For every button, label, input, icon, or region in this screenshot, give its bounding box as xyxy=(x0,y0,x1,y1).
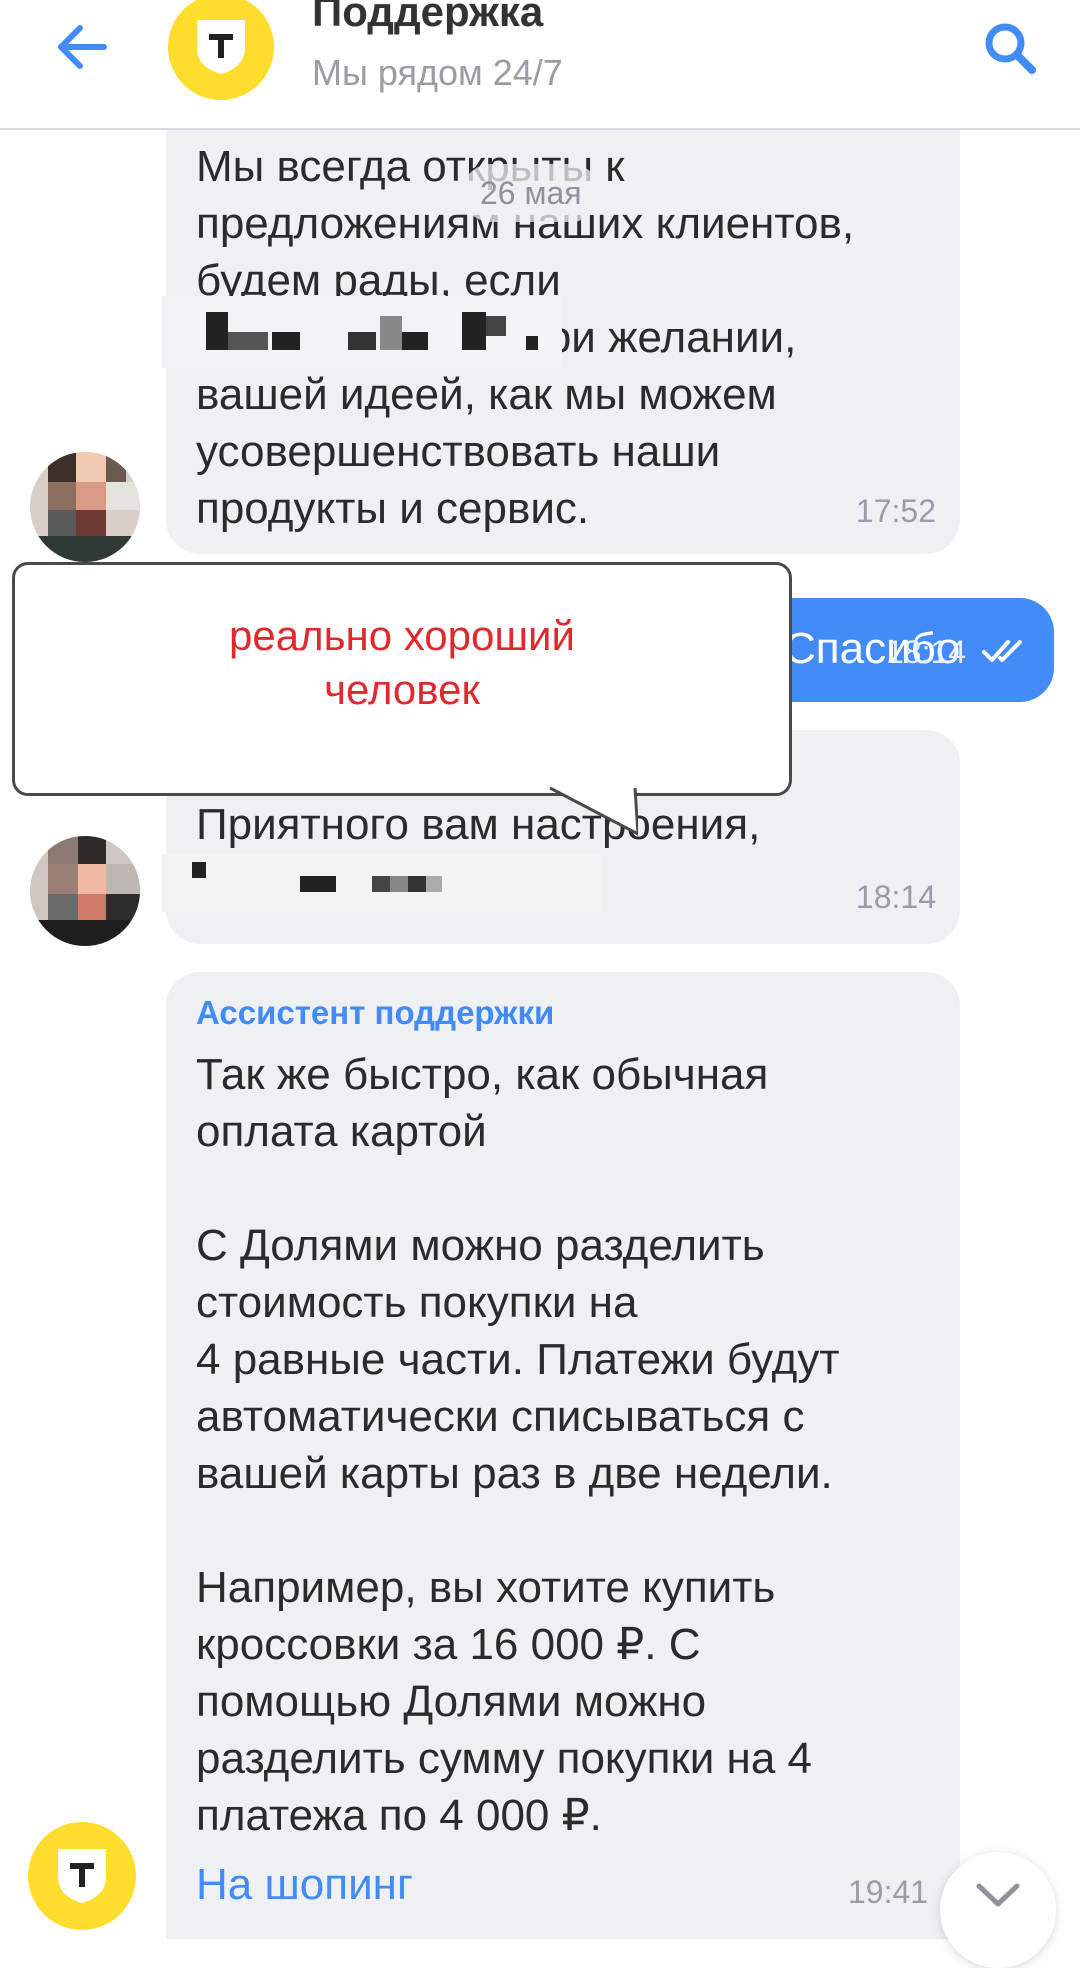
scroll-down-button[interactable] xyxy=(940,1852,1056,1968)
redacted-text xyxy=(162,854,602,912)
chevron-down-icon xyxy=(976,1883,1020,1907)
tbank-shield-icon xyxy=(58,1849,106,1903)
redacted-text xyxy=(162,296,562,368)
back-arrow-icon xyxy=(58,25,107,69)
message-bubble-incoming[interactable]: Ассистент поддержки Так же быстро, как о… xyxy=(166,972,960,1939)
tbank-shield-icon xyxy=(197,20,245,74)
message-time: 17:52 xyxy=(855,493,936,529)
callout-text: реально хороший человек xyxy=(229,612,575,713)
shopping-link[interactable]: На шопинг xyxy=(196,1860,413,1910)
back-button[interactable] xyxy=(52,18,112,78)
date-separator: 26 мая xyxy=(462,164,600,222)
double-check-icon xyxy=(982,640,1022,662)
message-list[interactable]: Мы всегда открыты к предложениям наших к… xyxy=(0,130,1080,1939)
bot-avatar[interactable] xyxy=(28,1822,136,1930)
message-time: 18:14 xyxy=(855,879,936,915)
callout-annotation: реально хороший человек xyxy=(12,562,792,796)
chat-subtitle: Мы рядом 24/7 xyxy=(312,52,563,93)
callout-tail xyxy=(548,786,638,836)
agent-avatar[interactable] xyxy=(30,836,140,946)
message-time: 19:41 xyxy=(848,1874,929,1910)
chat-avatar[interactable] xyxy=(168,0,274,100)
chat-title: Поддержка xyxy=(312,0,544,35)
message-text: Так же быстро, как обычная оплата картой… xyxy=(196,1050,840,1840)
search-button[interactable] xyxy=(980,18,1040,78)
agent-avatar[interactable] xyxy=(30,452,140,562)
chat-header: Поддержка Мы рядом 24/7 xyxy=(0,0,1080,130)
message-time: 18:14 xyxy=(886,634,967,670)
sender-name: Ассистент поддержки xyxy=(196,994,555,1031)
message-bubble-outgoing[interactable]: Спасибо 18:14 xyxy=(760,598,1054,702)
search-icon xyxy=(985,23,1036,74)
